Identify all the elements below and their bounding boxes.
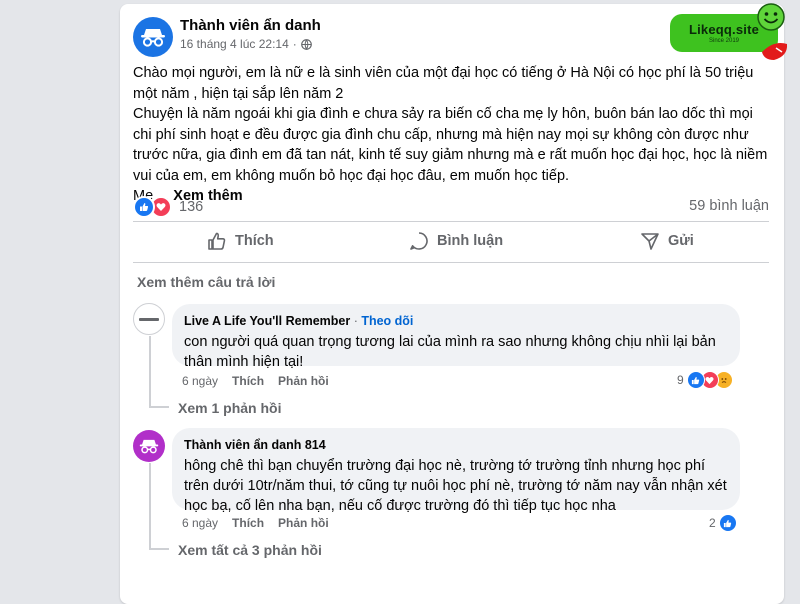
smiley-face-icon <box>757 3 785 31</box>
thread-line <box>149 336 151 407</box>
comment-author[interactable]: Thành viên ẩn danh 814 <box>184 438 326 452</box>
post-body: Chào mọi người, em là nữ e là sinh viên … <box>133 63 769 207</box>
commenter-avatar[interactable] <box>133 430 165 462</box>
commenter-avatar[interactable] <box>133 303 165 335</box>
post-author[interactable]: Thành viên ẩn danh <box>180 17 321 34</box>
red-tongue-icon <box>762 43 788 60</box>
thread-line <box>149 406 169 408</box>
post-truncated-line: Mẹ ... Xem thêm <box>133 186 769 207</box>
avatar-logo-mark <box>139 317 159 321</box>
thread-line <box>149 463 151 549</box>
comment-reaction-count: 9 <box>677 373 684 387</box>
comment-like-button[interactable]: Thích <box>232 516 264 530</box>
see-more-answers-link[interactable]: Xem thêm câu trả lời <box>137 274 275 290</box>
comment-reactions[interactable]: 2 <box>709 514 737 532</box>
comment-bubble: Live A Life You'll Remember · Theo dõi c… <box>172 304 740 370</box>
divider <box>133 221 769 222</box>
site-watermark: Likeqq.site Since 2019 <box>668 3 798 64</box>
post-meta: 16 tháng 4 lúc 22:14 · <box>180 37 312 51</box>
comment-actions: 6 ngày Thích Phản hồi <box>182 516 329 530</box>
post-date[interactable]: 16 tháng 4 lúc 22:14 <box>180 37 289 51</box>
comment-bubble: Thành viên ẩn danh 814 hông chê thì bạn … <box>172 428 740 514</box>
like-label: Thích <box>235 233 274 249</box>
divider <box>133 262 769 263</box>
watermark-logo-text: Likeqq.site <box>688 22 760 37</box>
like-reaction-icon <box>133 196 155 218</box>
comment-reply-button[interactable]: Phản hồi <box>278 516 329 530</box>
like-button[interactable]: Thích <box>207 231 274 251</box>
post-reactions[interactable]: 136 <box>133 196 203 218</box>
comment-reactions[interactable]: 9 <box>677 371 733 389</box>
comment-bubble-icon <box>410 232 428 250</box>
like-reaction-icon <box>686 371 705 389</box>
meta-separator: · <box>292 37 297 51</box>
reaction-count: 136 <box>179 199 204 215</box>
comment-label: Bình luận <box>437 233 504 249</box>
send-button[interactable]: Gửi <box>640 231 694 251</box>
comment-time[interactable]: 6 ngày <box>182 516 218 530</box>
view-replies-link[interactable]: Xem tất cả 3 phản hồi <box>178 542 322 558</box>
anonymous-avatar[interactable] <box>133 17 173 57</box>
send-icon <box>641 233 659 250</box>
comment-time[interactable]: 6 ngày <box>182 374 218 388</box>
send-label: Gửi <box>668 233 694 249</box>
watermark-tagline: Since 2019 <box>708 38 740 44</box>
comment-text: hông chê thì bạn chuyển trường đại học n… <box>184 458 727 514</box>
post-paragraph: Chuyện là năm ngoái khi gia đình e chưa … <box>133 106 768 184</box>
follow-button[interactable]: Theo dõi <box>361 314 413 328</box>
comment-text: con người quá quan trọng tương lai của m… <box>184 334 716 370</box>
incognito-icon <box>141 29 165 47</box>
comment-reply-button[interactable]: Phản hồi <box>278 374 329 388</box>
name-separator: · <box>350 314 362 328</box>
globe-icon <box>300 38 312 50</box>
comment-actions: 6 ngày Thích Phản hồi <box>182 374 329 388</box>
comment-count[interactable]: 59 bình luận <box>689 198 769 214</box>
comment-reaction-count: 2 <box>709 516 716 530</box>
comment-author[interactable]: Live A Life You'll Remember <box>184 314 350 328</box>
incognito-icon <box>139 439 159 454</box>
comment-like-button[interactable]: Thích <box>232 374 264 388</box>
view-replies-link[interactable]: Xem 1 phản hồi <box>178 400 281 416</box>
thumbs-up-icon <box>208 232 226 250</box>
comment-button[interactable]: Bình luận <box>409 231 503 251</box>
like-reaction-icon <box>718 514 737 532</box>
thread-line <box>149 548 169 550</box>
post-paragraph: Chào mọi người, em là nữ e là sinh viên … <box>133 65 754 102</box>
